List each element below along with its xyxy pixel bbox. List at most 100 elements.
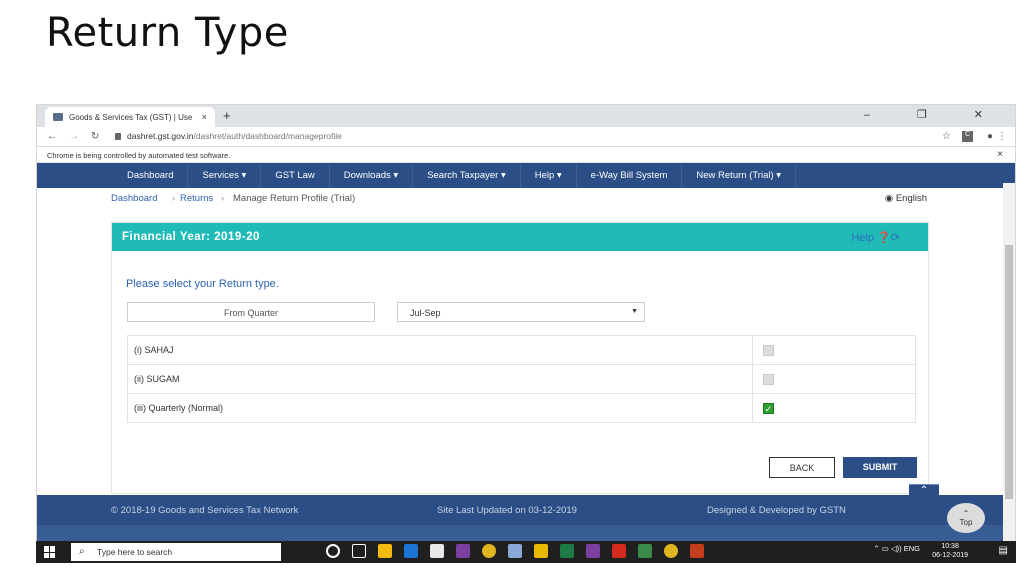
search-placeholder: Type here to search — [97, 547, 173, 557]
gst-favicon-icon — [53, 113, 63, 121]
reload-icon[interactable]: ↻ — [91, 131, 99, 142]
nav-help[interactable]: Help ▾ — [521, 163, 577, 188]
chrome-icon[interactable] — [664, 544, 678, 558]
excel-icon[interactable] — [560, 544, 574, 558]
sahaj-checkbox[interactable] — [763, 344, 774, 356]
financial-year-bar: Financial Year: 2019-20 Help ❓⟳ — [112, 223, 928, 251]
nav-new-return[interactable]: New Return (Trial) ▾ — [682, 163, 797, 188]
mail-icon[interactable] — [430, 544, 444, 558]
return-type-label: (iii) Quarterly (Normal) — [127, 393, 753, 423]
return-type-label: (ii) SUGAM — [127, 364, 753, 394]
quarter-selected-value: Jul-Sep — [410, 308, 441, 318]
breadcrumb-current: Manage Return Profile (Trial) — [233, 193, 356, 204]
infobar-close-icon[interactable]: × — [997, 149, 1003, 160]
footer-bottom-strip — [37, 525, 1005, 541]
back-arrow-icon[interactable]: ← — [47, 131, 57, 142]
return-type-prompt: Please select your Return type. — [126, 278, 279, 290]
return-profile-panel: Financial Year: 2019-20 Help ❓⟳ Please s… — [111, 222, 929, 494]
nav-services[interactable]: Services ▾ — [188, 163, 262, 188]
account-icon[interactable]: ● — [987, 131, 993, 142]
quarter-select[interactable]: Jul-Sep ▼ — [397, 302, 645, 322]
return-type-cell — [752, 335, 916, 365]
breadcrumb-dashboard[interactable]: Dashboard — [111, 193, 157, 204]
acrobat-icon[interactable] — [612, 544, 626, 558]
submit-button[interactable]: SUBMIT — [843, 457, 917, 478]
breadcrumb-separator: › — [221, 193, 225, 204]
tray-icons[interactable]: ⌃ ▭ ◁)) ENG — [873, 544, 920, 553]
search-icon: ⌕ — [79, 546, 85, 557]
footer-updated: Site Last Updated on 03-12-2019 — [437, 505, 577, 516]
taskbar-search[interactable]: ⌕ Type here to search — [71, 543, 281, 561]
taskbar-clock[interactable]: 10:38 06-12-2019 — [932, 542, 968, 560]
star-icon[interactable]: ☆ — [942, 131, 951, 142]
app-icon[interactable] — [638, 544, 652, 558]
from-quarter-label: From Quarter — [127, 302, 375, 322]
notification-icon[interactable]: ▤ — [999, 545, 1008, 556]
forward-arrow-icon[interactable]: → — [69, 131, 79, 142]
breadcrumb: Dashboard › Returns › Manage Return Prof… — [37, 188, 1015, 208]
menu-dots-icon[interactable]: ⋮ — [997, 131, 1007, 142]
windows-start-icon[interactable] — [44, 546, 56, 558]
help-icon: ❓ — [877, 232, 891, 244]
explorer-icon[interactable] — [534, 544, 548, 558]
quarterly-normal-checkbox[interactable]: ✓ — [763, 402, 774, 414]
page-scrollbar[interactable] — [1003, 183, 1015, 541]
edge-icon[interactable] — [404, 544, 418, 558]
chrome-icon[interactable] — [482, 544, 496, 558]
language-selector[interactable]: ◉ English — [885, 193, 927, 204]
slide-title: Return Type — [46, 10, 289, 56]
globe-icon: ◉ — [884, 193, 894, 204]
footer-designed: Designed & Developed by GSTN — [707, 505, 846, 516]
powerpoint-icon[interactable] — [690, 544, 704, 558]
clock-time: 10:38 — [941, 543, 959, 550]
breadcrumb-returns[interactable]: Returns — [180, 193, 213, 204]
browser-window: Goods & Services Tax (GST) | Use × + – ❐… — [36, 104, 1016, 542]
new-tab-button[interactable]: + — [223, 108, 231, 123]
browser-tab[interactable]: Goods & Services Tax (GST) | Use × — [45, 107, 215, 127]
financial-year-title: Financial Year: 2019-20 — [122, 231, 260, 243]
task-view-icon[interactable] — [352, 544, 366, 558]
back-button[interactable]: BACK — [769, 457, 835, 478]
url-field[interactable]: dashret.gst.gov.in/dashret/auth/dashboar… — [115, 131, 342, 141]
clock-date: 06-12-2019 — [932, 552, 968, 559]
return-type-cell — [752, 364, 916, 394]
tab-title: Goods & Services Tax (GST) | Use — [69, 113, 193, 122]
chevron-up-icon: ⌃ — [962, 509, 970, 518]
app-icon[interactable] — [508, 544, 522, 558]
tab-close-icon[interactable]: × — [202, 112, 207, 122]
automation-infobar: Chrome is being controlled by automated … — [37, 147, 1015, 163]
address-bar: ← → ↻ dashret.gst.gov.in/dashret/auth/da… — [37, 127, 1015, 147]
tab-strip: Goods & Services Tax (GST) | Use × + – ❐… — [37, 105, 1015, 127]
main-nav: Dashboard Services ▾ GST Law Downloads ▾… — [37, 163, 1015, 188]
table-row: (iii) Quarterly (Normal) ✓ — [127, 393, 916, 423]
nav-gst-law[interactable]: GST Law — [261, 163, 330, 188]
sugam-checkbox[interactable] — [763, 373, 774, 385]
scrollbar-thumb[interactable] — [1005, 245, 1013, 499]
tray-lang: ENG — [903, 544, 920, 553]
help-link[interactable]: Help ❓⟳ — [851, 231, 900, 244]
nav-eway-bill[interactable]: e-Way Bill System — [577, 163, 683, 188]
cortana-icon[interactable] — [326, 544, 340, 558]
window-controls[interactable]: – ❐ ✕ — [864, 108, 1005, 121]
taskbar-apps — [326, 544, 704, 558]
nav-search-taxpayer[interactable]: Search Taxpayer ▾ — [413, 163, 521, 188]
refresh-icon[interactable]: ⟳ — [891, 232, 900, 244]
store-icon[interactable] — [378, 544, 392, 558]
onenote-icon[interactable] — [456, 544, 470, 558]
url-path: /dashret/auth/dashboard/manageprofile — [193, 131, 342, 141]
footer-copyright: © 2018-19 Goods and Services Tax Network — [111, 505, 299, 516]
lock-icon — [115, 133, 121, 141]
onenote-icon[interactable] — [586, 544, 600, 558]
table-row: (i) SAHAJ — [127, 335, 916, 365]
back-to-top-button[interactable]: ⌃ Top — [947, 503, 985, 533]
return-type-cell: ✓ — [752, 393, 916, 423]
nav-dashboard[interactable]: Dashboard — [113, 163, 189, 188]
site-footer: © 2018-19 Goods and Services Tax Network… — [37, 495, 1005, 525]
infobar-text: Chrome is being controlled by automated … — [47, 151, 231, 160]
windows-taskbar: ⌕ Type here to search ⌃ ▭ ◁)) ENG 10:38 … — [36, 541, 1016, 563]
help-label: Help — [851, 232, 875, 244]
url-host: dashret.gst.gov.in — [127, 131, 194, 141]
extension-icon[interactable]: C — [962, 131, 973, 142]
breadcrumb-separator: › — [172, 193, 176, 204]
nav-downloads[interactable]: Downloads ▾ — [330, 163, 414, 188]
